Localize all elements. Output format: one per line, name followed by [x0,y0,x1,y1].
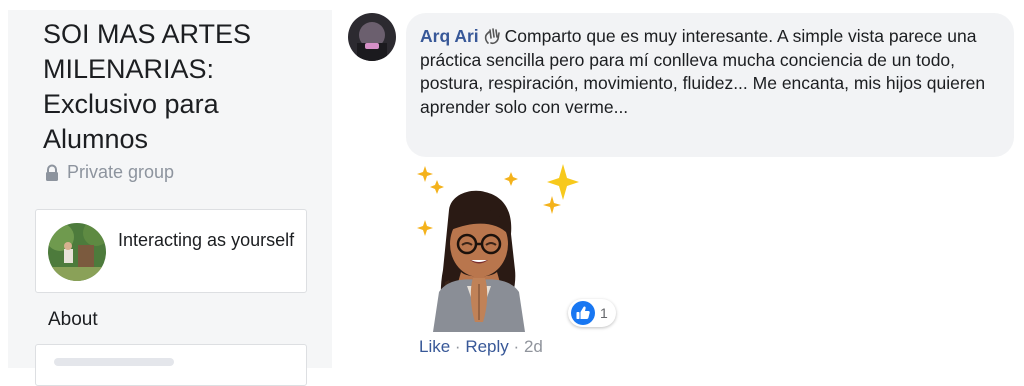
comment-bubble: Arq Ari Comparto que es muy interesante.… [406,13,1014,157]
comment-paragraph: Arq Ari Comparto que es muy interesante.… [420,25,1000,119]
comment-text: Comparto que es muy interesante. A simpl… [420,26,986,117]
comment-actions: Like · Reply · 2d [419,337,543,357]
separator: · [513,337,520,356]
placeholder-text [54,358,174,366]
privacy-label: Private group [67,162,175,182]
profile-avatar [48,223,106,281]
thumbs-up-icon [571,301,595,325]
reply-link[interactable]: Reply [465,337,508,356]
separator: · [454,337,461,356]
waving-hand-icon [484,28,500,45]
interacting-as-label: Interacting as yourself [118,230,295,250]
reaction-count: 1 [600,305,608,321]
lock-icon [46,164,58,181]
reaction-summary[interactable]: 1 [568,299,616,327]
commenter-avatar[interactable] [348,13,396,61]
memoji-sticker [417,164,579,332]
comment-author[interactable]: Arq Ari [420,26,479,46]
like-link[interactable]: Like [419,337,450,356]
interacting-as-card[interactable]: Interacting as yourself [35,209,307,293]
privacy-status: Private group [43,162,174,183]
about-link[interactable]: About [48,309,98,331]
group-title[interactable]: SOI MAS ARTES MILENARIAS: Exclusivo para… [43,17,313,157]
comment-timestamp[interactable]: 2d [524,337,543,356]
about-card [35,344,307,386]
